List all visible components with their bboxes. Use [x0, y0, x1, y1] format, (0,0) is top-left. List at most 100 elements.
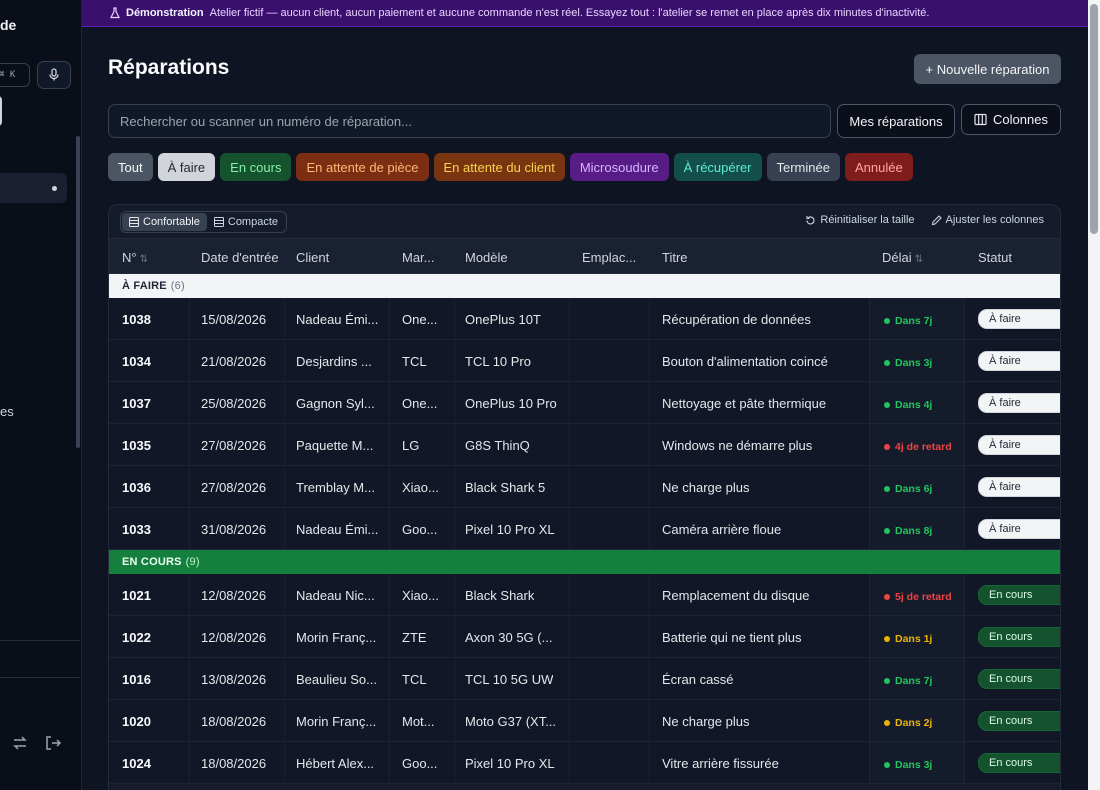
- status-badge[interactable]: En cours: [978, 753, 1060, 773]
- column-header[interactable]: Emplac...: [582, 250, 636, 265]
- delay-text: Dans 6j: [895, 483, 933, 495]
- cell-client: Tremblay M...: [296, 480, 375, 495]
- column-separator: [389, 700, 390, 741]
- column-separator: [569, 340, 570, 381]
- cell-client: Nadeau Émi...: [296, 312, 379, 327]
- group-header[interactable]: EN COURS (9): [109, 550, 1060, 574]
- filter-chip[interactable]: À récupérer: [673, 153, 762, 181]
- sort-icon[interactable]: ⇅: [140, 254, 148, 265]
- status-badge[interactable]: À faire: [978, 477, 1060, 497]
- density-comfortable-label: Confortable: [143, 216, 200, 228]
- column-header-label: N°: [122, 250, 137, 265]
- column-header[interactable]: Statut: [978, 250, 1012, 265]
- sidebar-scrollbar[interactable]: [76, 136, 80, 448]
- table-row[interactable]: 1024 18/08/2026 Hébert Alex... Goo... Pixel …: [109, 742, 1060, 784]
- page-scrollbar[interactable]: [1088, 0, 1100, 790]
- filter-chip[interactable]: En cours: [220, 153, 292, 181]
- column-separator: [284, 298, 285, 339]
- column-separator: [389, 340, 390, 381]
- column-header[interactable]: Mar...: [402, 250, 435, 265]
- cell-num: 1016: [122, 672, 151, 687]
- status-badge[interactable]: À faire: [978, 351, 1060, 371]
- filter-chip[interactable]: Tout: [108, 153, 153, 181]
- column-header-label: Client: [296, 250, 330, 265]
- my-repairs-button[interactable]: Mes réparations: [837, 104, 955, 138]
- table-toolbar: Confortable Compacte Réinitialiser la ta…: [109, 205, 1060, 238]
- cell-delay: 5j de retard: [869, 574, 965, 615]
- adjust-columns-button[interactable]: Ajuster les colonnes: [931, 214, 1044, 226]
- cell-client: Paquette M...: [296, 438, 374, 453]
- filter-chip[interactable]: En attente du client: [433, 153, 565, 181]
- table-row[interactable]: 1033 31/08/2026 Nadeau Émi... Goo... Pixel 1…: [109, 508, 1060, 550]
- table-row[interactable]: 1021 12/08/2026 Nadeau Nic... Xiao... Black …: [109, 574, 1060, 616]
- status-dot-icon: [884, 720, 890, 726]
- banner-text: Atelier fictif — aucun client, aucun pai…: [209, 7, 930, 19]
- filter-chip[interactable]: Annulée: [844, 153, 913, 181]
- cell-delay: Dans 7j: [869, 658, 965, 699]
- table-row[interactable]: 1022 12/08/2026 Morin Franç... ZTE Axon 30 5…: [109, 616, 1060, 658]
- cell-brand: Goo...: [402, 756, 438, 771]
- divider: [0, 677, 80, 678]
- cell-client: Morin Franç...: [296, 714, 377, 729]
- mic-button[interactable]: [37, 61, 71, 89]
- table-row[interactable]: 1016 13/08/2026 Beaulieu So... TCL TCL 10 5G…: [109, 658, 1060, 700]
- status-badge[interactable]: À faire: [978, 435, 1060, 455]
- cell-title: Bouton d'alimentation coincé: [662, 354, 828, 369]
- status-badge[interactable]: À faire: [978, 309, 1060, 329]
- column-header[interactable]: Titre: [662, 250, 688, 265]
- search-input[interactable]: [108, 104, 831, 138]
- filter-chip[interactable]: À faire: [157, 153, 216, 181]
- column-separator: [569, 508, 570, 549]
- density-compact[interactable]: Compacte: [207, 213, 285, 231]
- reset-size-button[interactable]: Réinitialiser la taille: [805, 214, 915, 226]
- status-badge[interactable]: En cours: [978, 711, 1060, 731]
- status-badge[interactable]: En cours: [978, 669, 1060, 689]
- status-badge[interactable]: À faire: [978, 393, 1060, 413]
- column-header[interactable]: Modèle: [465, 250, 508, 265]
- table-row[interactable]: 1036 27/08/2026 Tremblay M... Xiao... Black …: [109, 466, 1060, 508]
- density-comfortable[interactable]: Confortable: [122, 213, 207, 231]
- cell-model: TCL 10 Pro: [465, 354, 531, 369]
- sort-icon[interactable]: ⇅: [915, 254, 923, 265]
- command-palette-shortcut[interactable]: ⌘ K: [0, 63, 30, 87]
- status-badge[interactable]: À faire: [978, 519, 1060, 539]
- column-separator: [284, 466, 285, 507]
- group-header[interactable]: À FAIRE (6): [109, 274, 1060, 298]
- cell-model: Moto G37 (XT...: [465, 714, 557, 729]
- table-row[interactable]: 1037 25/08/2026 Gagnon Syl... One... OnePlus…: [109, 382, 1060, 424]
- column-separator: [569, 700, 570, 741]
- filter-chip[interactable]: Terminée: [766, 153, 840, 181]
- cell-num: 1020: [122, 714, 151, 729]
- table-row[interactable]: 1035 27/08/2026 Paquette M... LG G8S ThinQ Wi…: [109, 424, 1060, 466]
- column-header[interactable]: Date d'entrée: [201, 250, 279, 265]
- sidebar-item-label[interactable]: es: [0, 404, 14, 419]
- column-separator: [454, 616, 455, 657]
- table-row[interactable]: 1038 15/08/2026 Nadeau Émi... One... OnePlus…: [109, 298, 1060, 340]
- status-badge[interactable]: En cours: [978, 585, 1060, 605]
- column-separator: [649, 382, 650, 423]
- column-header[interactable]: Client: [296, 250, 329, 265]
- cell-date: 18/08/2026: [201, 714, 267, 729]
- cell-client: Nadeau Nic...: [296, 588, 375, 603]
- column-separator: [389, 424, 390, 465]
- column-header[interactable]: Délai ⇅: [882, 250, 923, 265]
- table-row[interactable]: 1034 21/08/2026 Desjardins ... TCL TCL 10 Pr…: [109, 340, 1060, 382]
- status-badge[interactable]: En cours: [978, 627, 1060, 647]
- sidebar-item-repairs[interactable]: [0, 173, 67, 203]
- filter-chip[interactable]: Microsoudure: [569, 153, 669, 181]
- filter-chip[interactable]: En attente de pièce: [296, 153, 429, 181]
- cell-client: Gagnon Syl...: [296, 396, 375, 411]
- scrollbar-thumb[interactable]: [1090, 4, 1098, 234]
- cell-brand: ZTE: [402, 630, 427, 645]
- logout-icon[interactable]: [44, 734, 62, 752]
- delay-text: Dans 4j: [895, 399, 933, 411]
- new-repair-button[interactable]: + Nouvelle réparation: [914, 54, 1061, 84]
- table-row[interactable]: 1020 18/08/2026 Morin Franç... Mot... Moto G…: [109, 700, 1060, 742]
- column-header[interactable]: N° ⇅: [122, 250, 148, 265]
- group-label: À FAIRE: [122, 280, 167, 292]
- cell-date: 27/08/2026: [201, 480, 267, 495]
- column-header-label: Délai: [882, 250, 912, 265]
- delay-indicator: Dans 6j: [884, 483, 932, 495]
- columns-button[interactable]: Colonnes: [961, 104, 1061, 135]
- switch-icon[interactable]: [11, 734, 29, 752]
